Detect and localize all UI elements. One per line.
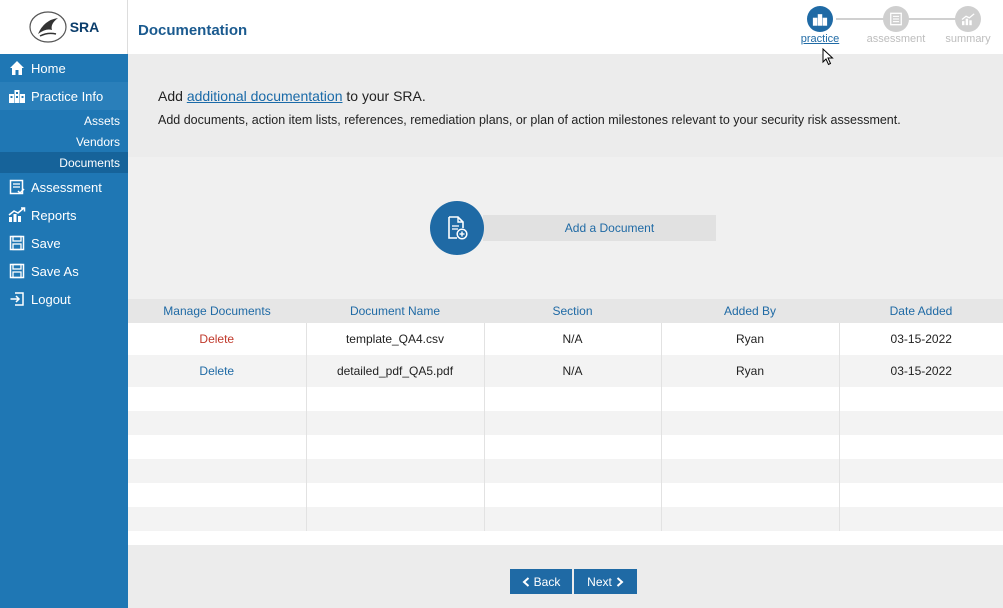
sidebar-item-label: Assessment — [31, 179, 102, 195]
progress-stepper: practice assessment summary — [798, 6, 1003, 54]
building-icon — [807, 6, 833, 32]
chevron-left-icon — [522, 576, 529, 587]
table-header-row: Manage Documents Document Name Section A… — [128, 299, 1003, 323]
mouse-cursor-icon — [822, 48, 834, 66]
save-as-icon — [8, 262, 26, 280]
delete-button[interactable]: Delete — [128, 323, 307, 355]
empty-row — [128, 507, 1003, 531]
logout-icon — [8, 290, 26, 308]
column-header-date-added[interactable]: Date Added — [839, 299, 1003, 323]
step-summary[interactable]: summary — [938, 6, 998, 45]
sidebar-item-label: Practice Info — [31, 88, 104, 104]
step-label: assessment — [866, 33, 926, 45]
document-name-cell: detailed_pdf_QA5.pdf — [306, 355, 485, 387]
sidebar-item-home[interactable]: Home — [0, 54, 128, 82]
checklist-icon — [883, 6, 909, 32]
banner-heading: Add additional documentation to your SRA… — [158, 88, 426, 104]
empty-row — [128, 387, 1003, 411]
table-row: Delete template_QA4.csv N/A Ryan 03-15-2… — [128, 323, 1003, 355]
column-header-section[interactable]: Section — [484, 299, 661, 323]
chevron-right-icon — [616, 576, 624, 587]
sidebar-subitem-vendors[interactable]: Vendors — [0, 131, 128, 152]
home-icon — [8, 59, 26, 77]
add-document-area: Add a Document — [128, 157, 1003, 299]
banner-description: Add documents, action item lists, refere… — [158, 113, 901, 127]
step-label: summary — [945, 33, 991, 45]
empty-row — [128, 483, 1003, 507]
step-practice[interactable]: practice — [790, 6, 850, 45]
sidebar-subitem-label: Assets — [83, 113, 120, 128]
hhs-eagle-icon — [29, 11, 67, 43]
added-by-cell: Ryan — [661, 323, 840, 355]
sidebar-item-save[interactable]: Save — [0, 229, 128, 257]
sidebar-item-save-as[interactable]: Save As — [0, 257, 128, 285]
delete-button[interactable]: Delete — [128, 355, 307, 387]
added-by-cell: Ryan — [661, 355, 840, 387]
intro-banner: Add additional documentation to your SRA… — [128, 54, 1003, 157]
table-row: Delete detailed_pdf_QA5.pdf N/A Ryan 03-… — [128, 355, 1003, 387]
sidebar-item-label: Save — [31, 235, 61, 251]
header: Documentation practice assessment summar… — [128, 0, 1003, 54]
sidebar: SRA Home Practice Info Assets Vendors Do… — [0, 0, 128, 608]
step-assessment[interactable]: assessment — [866, 6, 926, 45]
back-button[interactable]: Back — [510, 569, 572, 594]
date-added-cell: 03-15-2022 — [839, 323, 1003, 355]
sidebar-item-label: Logout — [31, 291, 71, 307]
additional-documentation-link[interactable]: additional documentation — [187, 88, 343, 104]
chart-icon — [8, 206, 26, 224]
chart-icon — [955, 6, 981, 32]
add-document-icon[interactable] — [430, 201, 484, 255]
back-label: Back — [533, 574, 561, 589]
empty-row — [128, 435, 1003, 459]
sidebar-item-assessment[interactable]: Assessment — [0, 173, 128, 201]
document-name-cell: template_QA4.csv — [306, 323, 485, 355]
sidebar-subitem-assets[interactable]: Assets — [0, 110, 128, 131]
column-header-added-by[interactable]: Added By — [661, 299, 839, 323]
sra-logo[interactable]: SRA — [0, 0, 128, 54]
section-cell: N/A — [484, 323, 662, 355]
sidebar-subitem-label: Documents — [59, 155, 120, 170]
sidebar-subitem-label: Vendors — [75, 134, 120, 149]
sidebar-item-label: Home — [31, 60, 66, 76]
building-icon — [8, 87, 26, 105]
banner-suffix: to your SRA. — [342, 88, 426, 104]
next-button[interactable]: Next — [574, 569, 637, 594]
documents-table: Manage Documents Document Name Section A… — [128, 299, 1003, 531]
add-document-button[interactable]: Add a Document — [483, 215, 716, 241]
empty-row — [128, 411, 1003, 435]
section-cell: N/A — [484, 355, 662, 387]
footer-nav: Back Next — [128, 545, 1003, 608]
banner-prefix: Add — [158, 88, 187, 104]
column-header-document-name[interactable]: Document Name — [306, 299, 484, 323]
sidebar-item-practice-info[interactable]: Practice Info — [0, 82, 128, 110]
empty-row — [128, 459, 1003, 483]
step-label: practice — [800, 33, 840, 45]
save-icon — [8, 234, 26, 252]
checklist-icon — [8, 178, 26, 196]
date-added-cell: 03-15-2022 — [839, 355, 1003, 387]
add-document-label: Add a Document — [564, 221, 655, 235]
sidebar-item-reports[interactable]: Reports — [0, 201, 128, 229]
sidebar-item-logout[interactable]: Logout — [0, 285, 128, 313]
column-header-manage[interactable]: Manage Documents — [128, 299, 306, 323]
page-title: Documentation — [138, 22, 248, 39]
sidebar-subitem-documents[interactable]: Documents — [0, 152, 128, 173]
sidebar-item-label: Save As — [31, 263, 79, 279]
sidebar-item-label: Reports — [31, 207, 77, 223]
logo-text: SRA — [69, 19, 100, 35]
next-label: Next — [587, 574, 612, 589]
